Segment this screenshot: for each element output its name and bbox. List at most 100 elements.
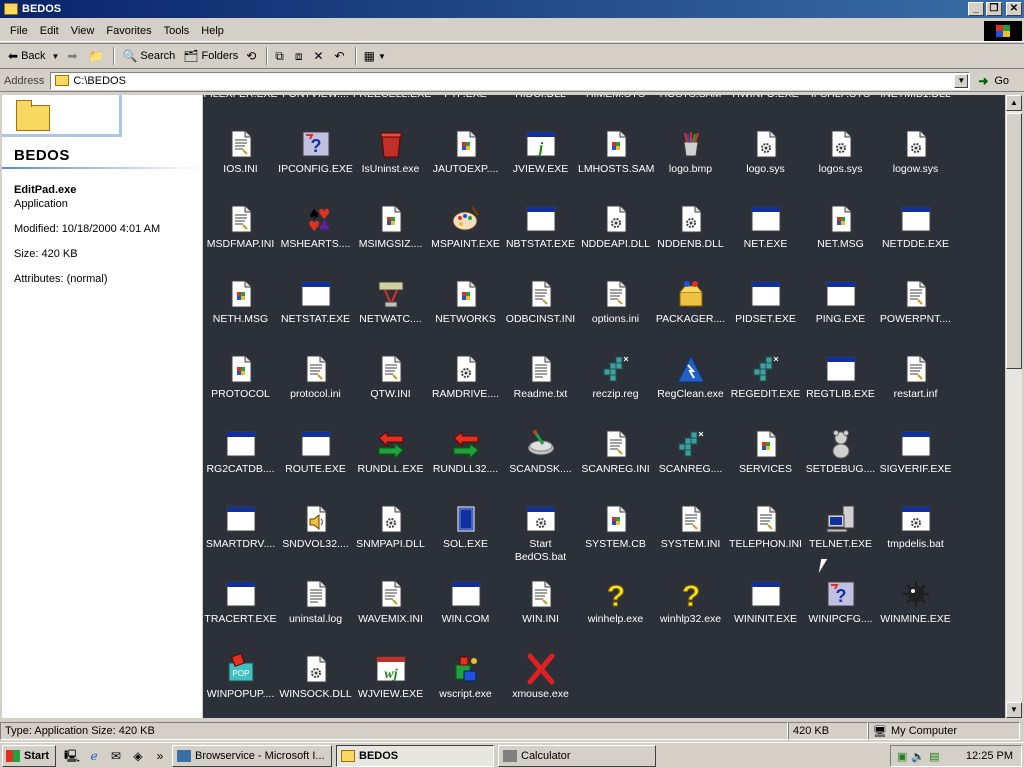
delete-button[interactable]: ✕ <box>309 45 330 67</box>
more-quick-launch-icon[interactable]: » <box>152 748 168 764</box>
menu-view[interactable]: View <box>65 25 101 37</box>
file-item[interactable]: PIDSET.EXE <box>728 273 803 348</box>
menu-tools[interactable]: Tools <box>158 25 196 37</box>
file-item[interactable]: SCANDSK.... <box>503 423 578 498</box>
file-item[interactable]: WINSOCK.DLL <box>278 648 353 718</box>
address-dropdown-button[interactable]: ▼ <box>954 73 969 88</box>
file-item[interactable]: SOL.EXE <box>428 498 503 573</box>
file-item[interactable]: REGTLIB.EXE <box>803 348 878 423</box>
show-desktop-icon[interactable]: 🖳 <box>64 748 80 764</box>
move-to-button[interactable]: ⧉ <box>271 45 291 67</box>
tray-app-icon[interactable]: ▤ <box>929 750 939 763</box>
start-button[interactable]: Start <box>2 744 56 767</box>
chevron-down-icon[interactable]: ▼ <box>52 52 60 61</box>
file-item[interactable]: uninstal.log <box>278 573 353 648</box>
file-item[interactable]: reczip.reg <box>578 348 653 423</box>
file-item[interactable]: QTW.INI <box>353 348 428 423</box>
file-item[interactable]: MSDFMAP.INI <box>203 198 278 273</box>
back-button[interactable]: ⬅ Back ▼ <box>4 45 63 67</box>
copy-to-button[interactable]: ⧈ <box>291 45 310 67</box>
file-item[interactable]: SMARTDRV.... <box>203 498 278 573</box>
file-item[interactable]: NBTSTAT.EXE <box>503 198 578 273</box>
file-item[interactable]: TELEPHON.INI <box>728 498 803 573</box>
volume-icon[interactable]: 🔈 <box>911 750 925 763</box>
file-item[interactable]: HIMEM.SYS <box>578 95 653 123</box>
file-item[interactable]: NDDEAPI.DLL <box>578 198 653 273</box>
internet-explorer-icon[interactable]: ℯ <box>86 748 102 764</box>
file-item[interactable]: HWINFO.EXE <box>728 95 803 123</box>
file-item[interactable]: logow.sys <box>878 123 953 198</box>
menu-help[interactable]: Help <box>195 25 230 37</box>
file-item[interactable]: ? IPCONFIG.EXE <box>278 123 353 198</box>
outlook-express-icon[interactable]: ✉ <box>108 748 124 764</box>
file-item[interactable]: ROUTE.EXE <box>278 423 353 498</box>
undo-button[interactable]: ↶ <box>331 45 352 67</box>
menu-favorites[interactable]: Favorites <box>100 25 157 37</box>
file-item[interactable]: SIGVERIF.EXE <box>878 423 953 498</box>
file-item[interactable]: NETH.MSG <box>203 273 278 348</box>
file-item[interactable]: xmouse.exe <box>503 648 578 718</box>
history-button[interactable]: ⟲ <box>242 45 263 67</box>
scroll-up-button[interactable]: ▲ <box>1006 95 1022 111</box>
menu-file[interactable]: File <box>4 25 34 37</box>
file-item[interactable]: MSPAINT.EXE <box>428 198 503 273</box>
go-button[interactable]: ➜ Go <box>978 74 1009 88</box>
file-item[interactable]: PACKAGER.... <box>653 273 728 348</box>
file-item[interactable]: SYSTEM.CB <box>578 498 653 573</box>
file-item[interactable]: TELNET.EXE <box>803 498 878 573</box>
file-item[interactable]: tmpdelis.bat <box>878 498 953 573</box>
file-item[interactable]: wj WJVIEW.EXE <box>353 648 428 718</box>
task-bedos[interactable]: BEDOS <box>336 744 494 767</box>
scroll-thumb[interactable] <box>1006 113 1022 369</box>
file-item[interactable]: IFSHLP.SYS <box>803 95 878 123</box>
file-item[interactable]: JAUTOEXP.... <box>428 123 503 198</box>
file-item[interactable]: FONTVIEW.... <box>278 95 353 123</box>
file-view[interactable]: FILEXFER.EXEFONTVIEW....FREECELL.EXEFTP.… <box>203 95 1005 718</box>
file-item[interactable]: LMHOSTS.SAM <box>578 123 654 198</box>
file-item[interactable]: WIN.COM <box>428 573 503 648</box>
file-item[interactable]: ODBCINST.INI <box>503 273 578 348</box>
file-item[interactable]: ? winhlp32.exe <box>653 573 728 648</box>
file-item[interactable]: Start BedOS.bat <box>503 498 578 573</box>
file-item[interactable]: options.ini <box>578 273 653 348</box>
file-item[interactable]: RG2CATDB.... <box>203 423 278 498</box>
file-item[interactable]: RUNDLL32.... <box>428 423 503 498</box>
file-item[interactable]: MSIMGSIZ.... <box>353 198 428 273</box>
file-item[interactable]: NETWATC.... <box>353 273 428 348</box>
file-item[interactable]: NET.MSG <box>803 198 878 273</box>
file-item[interactable]: WAVEMIX.INI <box>353 573 428 648</box>
file-item[interactable]: ? winhelp.exe <box>578 573 653 648</box>
file-item[interactable]: WINMINE.EXE <box>878 573 953 648</box>
file-item[interactable]: FILEXFER.EXE <box>203 95 278 123</box>
folders-button[interactable]: 🗂 Folders <box>179 45 242 67</box>
file-item[interactable]: WIN.INI <box>503 573 578 648</box>
file-item[interactable]: FREECELL.EXE <box>353 95 431 123</box>
up-folder-button[interactable]: 📁 <box>85 45 111 67</box>
file-item[interactable]: FTP.EXE <box>428 95 503 123</box>
file-item[interactable]: SCANREG.INI <box>578 423 653 498</box>
menu-edit[interactable]: Edit <box>34 25 65 37</box>
file-item[interactable]: WININIT.EXE <box>728 573 803 648</box>
file-item[interactable]: IsUninst.exe <box>353 123 428 198</box>
file-item[interactable]: POWERPNT.... <box>878 273 953 348</box>
file-item[interactable]: ♠ ♥ ♥ ♣ MSHEARTS.... <box>278 198 353 273</box>
file-item[interactable]: logo.bmp <box>653 123 728 198</box>
file-item[interactable]: restart.inf <box>878 348 953 423</box>
file-item[interactable]: SERVICES <box>728 423 803 498</box>
file-item[interactable]: RUNDLL.EXE <box>353 423 428 498</box>
network-icon[interactable]: ▣ <box>897 750 907 763</box>
file-item[interactable]: SNDVOL32.... <box>278 498 353 573</box>
maximize-button[interactable]: ❐ <box>986 2 1002 16</box>
clock[interactable]: 12:25 PM <box>966 750 1013 762</box>
task-browservice[interactable]: Browservice - Microsoft I... <box>172 744 332 767</box>
file-item[interactable]: SYSTEM.INI <box>653 498 728 573</box>
file-item[interactable]: POP WINPOPUP.... <box>203 648 278 718</box>
file-item[interactable]: HOSTS.SAM <box>653 95 728 123</box>
file-item[interactable]: j JVIEW.EXE <box>503 123 578 198</box>
channels-icon[interactable]: ◈ <box>130 748 146 764</box>
file-item[interactable]: HIDCI.DLL <box>503 95 578 123</box>
file-item[interactable]: PING.EXE <box>803 273 878 348</box>
file-item[interactable]: TRACERT.EXE <box>203 573 278 648</box>
search-button[interactable]: 🔍 Search <box>118 45 179 67</box>
file-item[interactable]: protocol.ini <box>278 348 353 423</box>
